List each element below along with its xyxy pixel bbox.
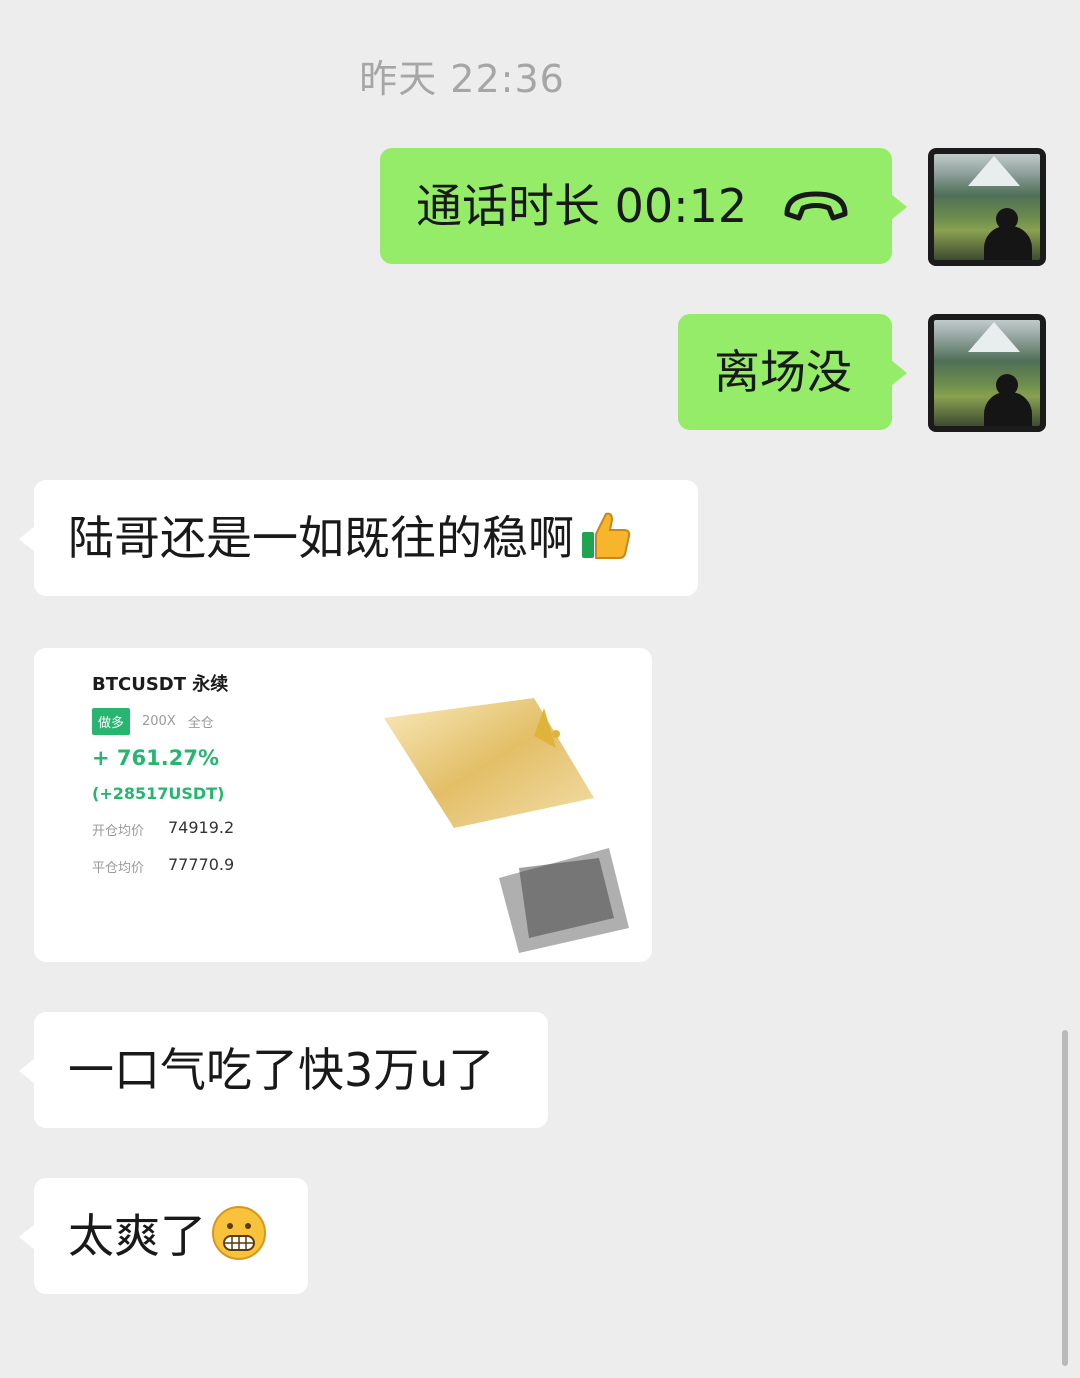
incoming-message-bubble[interactable]: 陆哥还是一如既往的稳啊 [19, 480, 698, 596]
margin-mode-tag: 全仓 [187, 716, 214, 731]
blur-smudge [489, 838, 639, 962]
call-duration-text: 通话时长 00:12 [416, 179, 748, 233]
leverage-tag: 200X [142, 714, 176, 729]
position-tags: 做多 200X 全仓 [92, 708, 214, 735]
close-price-value: 77770.9 [168, 855, 235, 874]
scrollbar[interactable] [1062, 1030, 1068, 1366]
incoming-message-bubble[interactable]: 一口气吃了快3万u了 [19, 1012, 548, 1128]
gold-rocket-icon [384, 678, 614, 852]
message-timestamp: 昨天 22:36 [359, 57, 565, 101]
message-text: 离场没 [714, 345, 852, 399]
thumbs-up-icon [578, 508, 632, 569]
long-tag: 做多 [92, 708, 131, 735]
chat-window: 昨天 22:36 通话时长 00:12 离场没 陆哥还是一如既往的稳啊 BTCU… [0, 0, 1080, 1378]
grimacing-face-icon [210, 1204, 268, 1269]
open-price-label: 开仓均价 [92, 824, 145, 839]
close-price-label: 平仓均价 [92, 861, 145, 876]
phone-hangup-icon [781, 183, 851, 229]
message-text: 太爽了 [68, 1209, 206, 1263]
incoming-message-bubble[interactable]: 太爽了 [19, 1178, 308, 1294]
trading-pair: BTCUSDT 永续 [92, 674, 229, 695]
pnl-percent: + 761.27% [92, 746, 219, 770]
my-avatar[interactable] [928, 314, 1046, 432]
outgoing-message-bubble[interactable]: 离场没 [678, 314, 907, 430]
open-price-row: 开仓均价 74919.2 [92, 818, 234, 839]
message-text: 一口气吃了快3万u了 [68, 1043, 495, 1097]
trade-result-card[interactable]: BTCUSDT 永续 做多 200X 全仓 + 761.27% (+28517U… [34, 648, 652, 962]
message-text: 陆哥还是一如既往的稳啊 [68, 511, 574, 565]
open-price-value: 74919.2 [168, 818, 235, 837]
pnl-amount: (+28517USDT) [92, 784, 225, 803]
close-price-row: 平仓均价 77770.9 [92, 855, 234, 876]
my-avatar[interactable] [928, 148, 1046, 266]
call-record-bubble[interactable]: 通话时长 00:12 [380, 148, 907, 264]
